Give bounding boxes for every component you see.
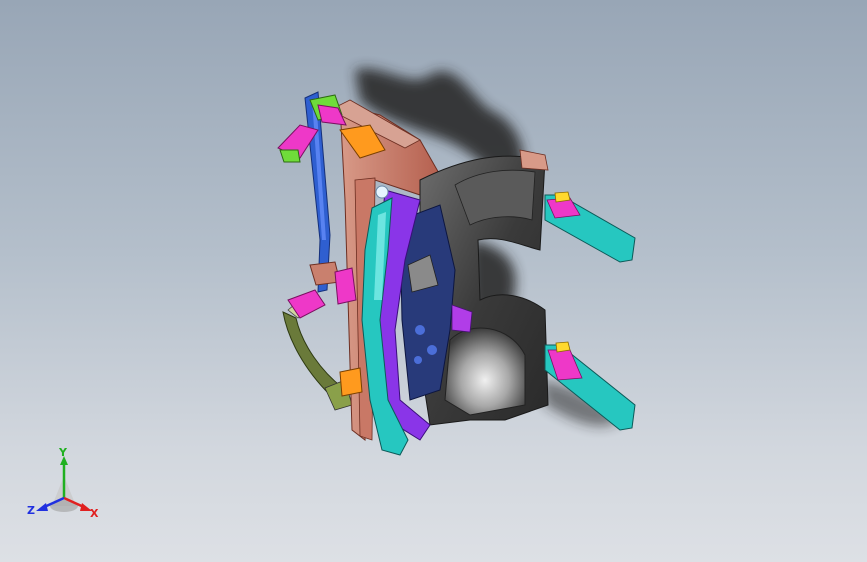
z-axis-arrow-icon — [36, 503, 48, 511]
x-axis-label: X — [90, 507, 99, 520]
z-axis-label: Z — [27, 504, 35, 517]
y-axis-label: Y — [58, 448, 68, 459]
cad-assembly-model[interactable] — [0, 0, 867, 562]
cad-graphics-viewport[interactable]: Y X Z — [0, 0, 867, 562]
coordinate-triad: Y X Z — [27, 448, 99, 520]
upper-right-rail — [544, 191, 636, 263]
